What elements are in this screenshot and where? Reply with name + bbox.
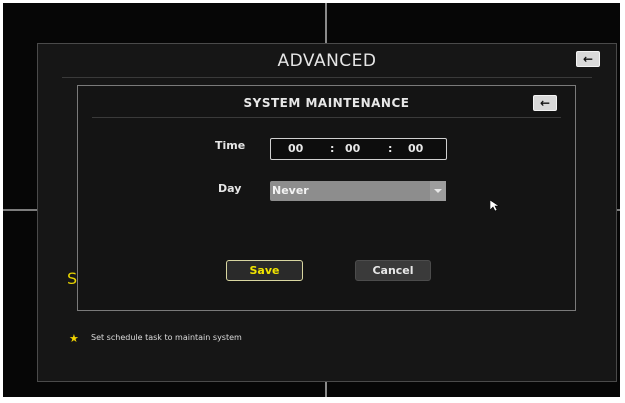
day-selected-value: Never [272, 184, 309, 197]
advanced-back-button[interactable]: ← [576, 51, 600, 67]
monitor-screen: ADVANCED ← S ★ Set schedule task to main… [3, 3, 620, 397]
advanced-title: ADVANCED [277, 51, 377, 71]
arrow-left-icon: ← [539, 96, 551, 110]
time-minutes[interactable]: 00 [345, 142, 360, 155]
star-icon: ★ [69, 332, 79, 345]
mouse-cursor-icon [490, 200, 500, 212]
hint-text: Set schedule task to maintain system [91, 333, 242, 342]
hint-row: ★ Set schedule task to maintain system [69, 332, 589, 348]
dialog-separator [92, 117, 561, 118]
time-separator: : [388, 142, 393, 155]
time-input[interactable]: 00 : 00 : 00 [270, 138, 447, 160]
cancel-button[interactable]: Cancel [355, 260, 431, 281]
advanced-separator [62, 77, 592, 78]
dialog-back-button[interactable]: ← [533, 95, 557, 111]
obscured-label: S [67, 269, 78, 288]
arrow-left-icon: ← [582, 52, 594, 66]
time-label: Time [215, 139, 246, 152]
time-hours[interactable]: 00 [288, 142, 303, 155]
time-separator: : [330, 142, 335, 155]
time-seconds[interactable]: 00 [408, 142, 423, 155]
save-button[interactable]: Save [226, 260, 303, 281]
day-select[interactable]: Never [270, 181, 446, 201]
system-maintenance-dialog: SYSTEM MAINTENANCE ← Time 00 : 00 : 00 D… [77, 85, 576, 311]
chevron-down-icon[interactable] [430, 181, 446, 201]
dialog-title: SYSTEM MAINTENANCE [243, 96, 410, 110]
day-label: Day [218, 182, 242, 195]
